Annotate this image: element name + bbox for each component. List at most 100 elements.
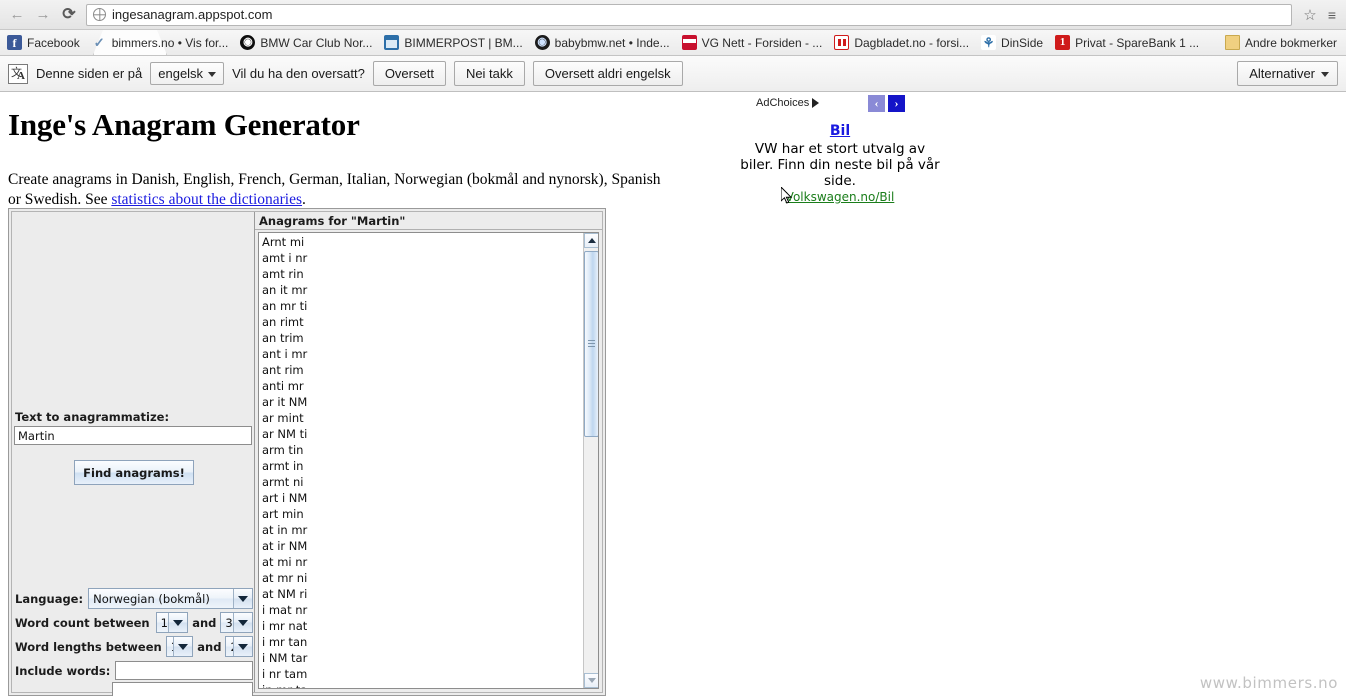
anagram-result-item[interactable]: an trim bbox=[262, 330, 583, 346]
anagram-result-item[interactable]: an rimt bbox=[262, 314, 583, 330]
anagram-result-item[interactable]: armt in bbox=[262, 458, 583, 474]
adchoices-label[interactable]: AdChoices bbox=[756, 97, 820, 109]
browser-menu-icon[interactable]: ≡ bbox=[1322, 3, 1342, 27]
anagram-result-item[interactable]: i mr tan bbox=[262, 634, 583, 650]
page-title: Inge's Anagram Generator bbox=[8, 106, 360, 142]
anagram-result-item[interactable]: ar NM ti bbox=[262, 426, 583, 442]
reload-button[interactable]: ⟳ bbox=[56, 2, 82, 28]
translate-decline-button[interactable]: Nei takk bbox=[453, 61, 525, 86]
anagram-applet: Text to anagrammatize: Martin Find anagr… bbox=[8, 208, 606, 696]
applet-inner-frame: Text to anagrammatize: Martin Find anagr… bbox=[11, 211, 603, 696]
anagram-result-item[interactable]: ar mint bbox=[262, 410, 583, 426]
page-globe-icon bbox=[93, 8, 106, 21]
bookmark-other-bookmarks[interactable]: Andre bokmerker bbox=[1220, 32, 1344, 54]
scroll-down-arrow-icon[interactable] bbox=[584, 673, 598, 688]
forward-button[interactable]: → bbox=[30, 2, 56, 28]
scrollbar-thumb[interactable] bbox=[584, 251, 598, 437]
bookmark-label: DinSide bbox=[1001, 35, 1044, 50]
anagram-result-item[interactable]: at NM ri bbox=[262, 586, 583, 602]
exclude-words-textarea[interactable] bbox=[112, 682, 253, 696]
anagram-result-item[interactable]: at mr ni bbox=[262, 570, 583, 586]
text-to-anagrammatize-input[interactable]: Martin bbox=[14, 426, 252, 445]
anagram-result-item[interactable]: an mr ti bbox=[262, 298, 583, 314]
anagram-result-item[interactable]: Arnt mi bbox=[262, 234, 583, 250]
anagram-result-item[interactable]: i NM tar bbox=[262, 650, 583, 666]
dictionaries-statistics-link[interactable]: statistics about the dictionaries bbox=[111, 191, 302, 208]
chevron-down-icon bbox=[233, 613, 252, 632]
address-bar[interactable]: ingesanagram.appspot.com bbox=[86, 3, 1292, 26]
exclude-words-value bbox=[113, 683, 252, 687]
word-lengths-row: Word lengths between 1 and 20 bbox=[15, 636, 253, 657]
anagram-result-item[interactable]: ant i mr bbox=[262, 346, 583, 362]
anagram-result-item[interactable]: amt rin bbox=[262, 266, 583, 282]
bookmark-label: bimmers.no • Vis for... bbox=[111, 35, 229, 50]
anagram-result-item[interactable]: amt i nr bbox=[262, 250, 583, 266]
chevron-down-icon bbox=[233, 589, 252, 608]
anagram-result-item[interactable]: ar it NM bbox=[262, 394, 583, 410]
results-vertical-scrollbar[interactable] bbox=[583, 233, 598, 688]
anagram-result-item[interactable]: armt ni bbox=[262, 474, 583, 490]
word-count-label: Word count between bbox=[15, 615, 150, 630]
word-count-max-select[interactable]: 3 bbox=[220, 612, 253, 633]
chevron-down-icon bbox=[168, 613, 188, 632]
anagram-result-item[interactable]: an it mr bbox=[262, 282, 583, 298]
bookmark-babybmw[interactable]: ◉ babybmw.net • Inde... bbox=[530, 32, 677, 54]
anagram-result-item[interactable]: in mr ta bbox=[262, 682, 583, 688]
translate-button[interactable]: Oversett bbox=[372, 61, 446, 86]
include-words-input[interactable] bbox=[115, 661, 253, 680]
anagram-result-item[interactable]: at ir NM bbox=[262, 538, 583, 554]
find-anagrams-label: Find anagrams! bbox=[83, 465, 185, 480]
anagram-result-item[interactable]: at mi nr bbox=[262, 554, 583, 570]
ad-display-url[interactable]: Volkswagen.no/Bil bbox=[740, 190, 940, 204]
results-panel: Anagrams for "Martin" Arnt mi amt i nr amt… bbox=[255, 212, 602, 692]
scroll-up-arrow-icon[interactable] bbox=[584, 233, 598, 248]
translate-infobar: 文 A Denne siden er på engelsk Vil du ha … bbox=[0, 56, 1346, 92]
anagram-result-item[interactable]: arm tin bbox=[262, 442, 583, 458]
word-count-max-value: 3 bbox=[225, 615, 233, 630]
anagram-result-item[interactable]: art i NM bbox=[262, 490, 583, 506]
ad-title-link[interactable]: Bil bbox=[830, 123, 850, 139]
anagram-result-item[interactable]: art min bbox=[262, 506, 583, 522]
word-count-min-select[interactable]: 1 bbox=[155, 612, 189, 633]
back-button[interactable]: ← bbox=[4, 2, 30, 28]
bookmark-bmw-car-club[interactable]: ◉ BMW Car Club Nor... bbox=[235, 32, 379, 54]
site-watermark: www.bimmers.no bbox=[1199, 674, 1338, 692]
bookmark-label: Facebook bbox=[27, 35, 80, 50]
translate-options-button[interactable]: Alternativer bbox=[1237, 61, 1338, 86]
url-text: ingesanagram.appspot.com bbox=[112, 7, 273, 22]
bookmark-label: babybmw.net • Inde... bbox=[554, 35, 670, 50]
babybmw-icon: ◉ bbox=[534, 35, 550, 50]
anagram-results-list[interactable]: Arnt mi amt i nr amt rin an it mr an mr ti an… bbox=[259, 233, 583, 688]
word-count-and-label: and bbox=[192, 615, 217, 630]
anagram-result-item[interactable]: i mat nr bbox=[262, 602, 583, 618]
ad-prev-arrow-icon[interactable]: ‹ bbox=[868, 95, 885, 112]
find-anagrams-button[interactable]: Find anagrams! bbox=[74, 460, 194, 485]
intro-text-before: Create anagrams in Danish, English, Fren… bbox=[8, 170, 661, 208]
bookmark-bimmerpost[interactable]: BIMMERPOST | BM... bbox=[379, 32, 529, 54]
bookmark-bimmers[interactable]: ✓ bimmers.no • Vis for... bbox=[87, 32, 236, 54]
anagram-form-panel: Text to anagrammatize: Martin Find anagr… bbox=[12, 212, 255, 696]
anagram-result-item[interactable]: ant rim bbox=[262, 362, 583, 378]
anagram-result-item[interactable]: i nr tam bbox=[262, 666, 583, 682]
language-select[interactable]: Norwegian (bokmål) bbox=[88, 588, 253, 609]
bookmark-star-icon[interactable]: ☆ bbox=[1298, 3, 1322, 27]
text-to-anagrammatize-label: Text to anagrammatize: bbox=[15, 410, 170, 424]
bookmark-facebook[interactable]: f Facebook bbox=[2, 32, 87, 54]
bookmark-vg-nett[interactable]: VG Nett - Forsiden - ... bbox=[677, 32, 830, 54]
browser-chrome: ← → ⟳ ingesanagram.appspot.com ☆ ≡ f Fac… bbox=[0, 0, 1346, 92]
ad-navigation: ‹ › bbox=[868, 95, 905, 112]
bookmark-dagbladet[interactable]: Dagbladet.no - forsi... bbox=[829, 32, 976, 54]
ad-next-arrow-icon[interactable]: › bbox=[888, 95, 905, 112]
bookmark-dinside[interactable]: ⚘ DinSide bbox=[976, 32, 1050, 54]
anagram-result-item[interactable]: anti mr bbox=[262, 378, 583, 394]
adchoices-triangle-icon bbox=[812, 98, 820, 108]
bookmark-sparebank1[interactable]: 1 Privat - SpareBank 1 ... bbox=[1050, 32, 1206, 54]
translate-language-select[interactable]: engelsk bbox=[150, 62, 225, 85]
translate-never-button[interactable]: Oversett aldri engelsk bbox=[532, 61, 683, 86]
translate-question-text: Vil du ha den oversatt? bbox=[232, 66, 365, 81]
word-lengths-min-select[interactable]: 1 bbox=[165, 636, 194, 657]
anagram-result-item[interactable]: at in mr bbox=[262, 522, 583, 538]
word-lengths-max-select[interactable]: 20 bbox=[225, 636, 253, 657]
anagram-result-item[interactable]: i mr nat bbox=[262, 618, 583, 634]
include-words-row: Include words: bbox=[15, 661, 253, 680]
